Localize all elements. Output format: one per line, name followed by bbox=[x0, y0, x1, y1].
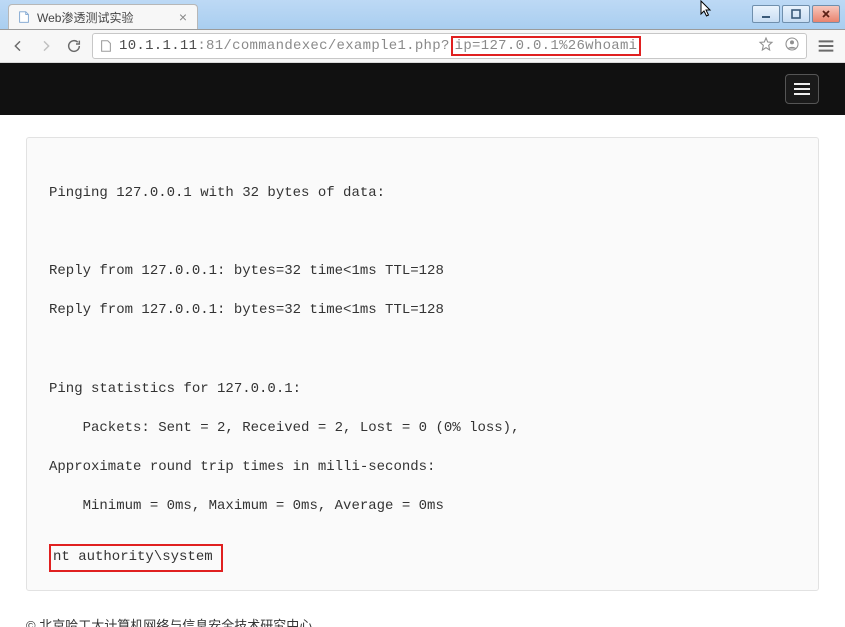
window-close-button[interactable] bbox=[812, 5, 840, 23]
site-footer-text: © 北京哈工大计算机网络与信息安全技术研究中心 bbox=[0, 601, 845, 627]
whoami-output: nt authority\system bbox=[49, 544, 223, 572]
site-header-bar bbox=[0, 63, 845, 115]
hamburger-icon bbox=[794, 83, 810, 95]
window-maximize-button[interactable] bbox=[782, 5, 810, 23]
page-viewport: Pinging 127.0.0.1 with 32 bytes of data:… bbox=[0, 63, 845, 627]
page-info-icon[interactable] bbox=[99, 39, 113, 53]
os-window-titlebar bbox=[0, 0, 845, 27]
address-bar[interactable]: 10.1.1.11:81/commandexec/example1.php?ip… bbox=[92, 33, 807, 59]
url-query-highlighted: ip=127.0.0.1%26whoami bbox=[451, 36, 642, 56]
current-user-icon[interactable] bbox=[784, 36, 800, 57]
browser-toolbar: 10.1.1.11:81/commandexec/example1.php?ip… bbox=[0, 30, 845, 63]
command-output-box: Pinging 127.0.0.1 with 32 bytes of data:… bbox=[26, 137, 819, 591]
bookmark-star-icon[interactable] bbox=[758, 36, 774, 57]
back-button[interactable] bbox=[8, 36, 28, 56]
browser-menu-button[interactable] bbox=[815, 35, 837, 57]
url-path: :81/commandexec/example1.php? bbox=[197, 38, 449, 54]
site-menu-button[interactable] bbox=[785, 74, 819, 104]
window-minimize-button[interactable] bbox=[752, 5, 780, 23]
url-text: 10.1.1.11:81/commandexec/example1.php?ip… bbox=[119, 36, 641, 56]
forward-button[interactable] bbox=[36, 36, 56, 56]
ping-output: Pinging 127.0.0.1 with 32 bytes of data:… bbox=[49, 185, 519, 515]
reload-button[interactable] bbox=[64, 36, 84, 56]
url-host: 10.1.1.11 bbox=[119, 38, 197, 54]
